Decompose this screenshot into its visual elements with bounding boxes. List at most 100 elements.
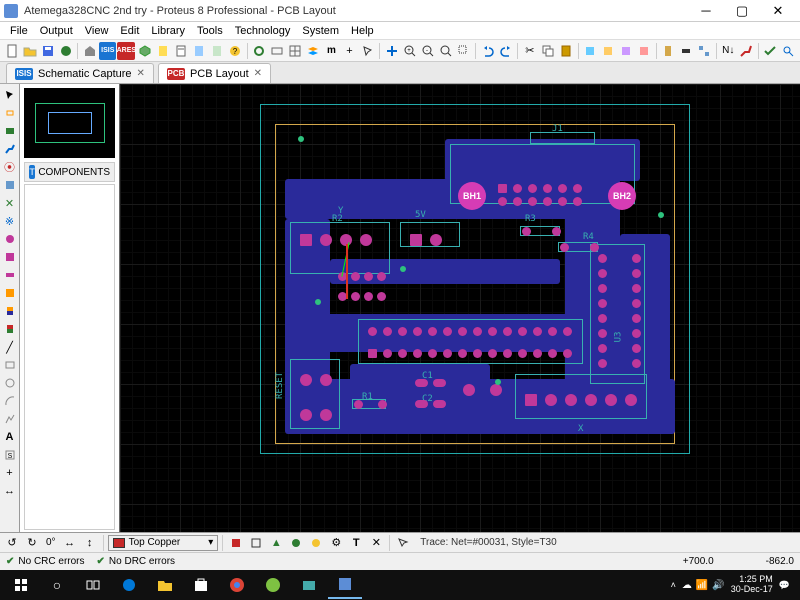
- block-move-icon[interactable]: [600, 42, 617, 60]
- flip-v-icon[interactable]: ↕: [81, 534, 99, 552]
- smd-pad-icon[interactable]: [2, 267, 18, 283]
- via-tool-icon[interactable]: [307, 534, 325, 552]
- tab-close-icon[interactable]: ✕: [137, 68, 145, 79]
- origin-icon[interactable]: +: [341, 42, 358, 60]
- edge-icon[interactable]: [112, 571, 146, 599]
- app-task-icon[interactable]: [292, 571, 326, 599]
- neckdown-icon[interactable]: ✕: [367, 534, 385, 552]
- track-mode-icon[interactable]: [2, 141, 18, 157]
- components-list[interactable]: [24, 184, 115, 530]
- overview-panel[interactable]: [24, 88, 115, 158]
- onedrive-icon[interactable]: ☁: [682, 580, 692, 591]
- menu-technology[interactable]: Technology: [229, 25, 297, 37]
- 3d-icon[interactable]: [136, 42, 153, 60]
- start-button[interactable]: [4, 571, 38, 599]
- tray-chevron-icon[interactable]: ˄: [671, 580, 676, 590]
- new-file-icon[interactable]: [3, 42, 20, 60]
- notes-icon[interactable]: [191, 42, 208, 60]
- tab-schematic[interactable]: ISIS Schematic Capture ✕: [6, 63, 154, 83]
- autoroute-icon[interactable]: [738, 42, 755, 60]
- package-mode-icon[interactable]: [2, 123, 18, 139]
- search-component-icon[interactable]: [780, 42, 797, 60]
- grid-icon[interactable]: [287, 42, 304, 60]
- paste-icon[interactable]: [557, 42, 574, 60]
- connectivity-icon[interactable]: ※: [2, 213, 18, 229]
- pcb-canvas[interactable]: BH1 BH2 J1 R3 R4 R2 R1 C1 C2 U3 Y X RESE…: [120, 84, 800, 532]
- zoom-area-icon[interactable]: [455, 42, 472, 60]
- layers-icon[interactable]: [305, 42, 322, 60]
- report-icon[interactable]: [209, 42, 226, 60]
- edge-pad-icon[interactable]: [2, 285, 18, 301]
- tab-close-icon[interactable]: ✕: [254, 68, 262, 79]
- text-2d-icon[interactable]: A: [2, 429, 18, 445]
- block-copy-icon[interactable]: [581, 42, 598, 60]
- menu-system[interactable]: System: [296, 25, 345, 37]
- menu-view[interactable]: View: [79, 25, 115, 37]
- round-pad-icon[interactable]: [2, 231, 18, 247]
- flip-icon[interactable]: [269, 42, 286, 60]
- info-icon[interactable]: ?: [227, 42, 244, 60]
- toggle-layer-icon[interactable]: [227, 534, 245, 552]
- decompose-icon[interactable]: [696, 42, 713, 60]
- config-tool-icon[interactable]: ⚙: [327, 534, 345, 552]
- menu-edit[interactable]: Edit: [114, 25, 145, 37]
- isis-badge-icon[interactable]: ISIS: [99, 42, 116, 60]
- cortana-icon[interactable]: ○: [40, 571, 74, 599]
- chrome-icon[interactable]: [220, 571, 254, 599]
- wifi-icon[interactable]: 📶: [696, 580, 708, 591]
- system-tray[interactable]: ˄ ☁ 📶 🔊 1:25 PM 30-Dec-17 💬: [671, 575, 796, 595]
- marker-icon[interactable]: +: [2, 465, 18, 481]
- tab-pcb[interactable]: PCB PCB Layout ✕: [158, 63, 271, 83]
- zoom-out-icon[interactable]: -: [419, 42, 436, 60]
- metric-icon[interactable]: m: [323, 42, 340, 60]
- menu-help[interactable]: Help: [345, 25, 380, 37]
- store-icon[interactable]: [184, 571, 218, 599]
- ratsnest-icon[interactable]: ✕: [2, 195, 18, 211]
- block-rotate-icon[interactable]: [618, 42, 635, 60]
- minimize-button[interactable]: ─: [688, 1, 724, 21]
- close-button[interactable]: ✕: [760, 1, 796, 21]
- zoom-all-icon[interactable]: [437, 42, 454, 60]
- ares-badge-icon[interactable]: ARES: [117, 42, 135, 60]
- arc-2d-icon[interactable]: [2, 393, 18, 409]
- square-pad-icon[interactable]: [2, 249, 18, 265]
- redo-icon[interactable]: [497, 42, 514, 60]
- pick-icon[interactable]: [660, 42, 677, 60]
- volume-icon[interactable]: 🔊: [712, 580, 724, 591]
- proteus-task-icon[interactable]: [328, 571, 362, 599]
- rotate-ccw-icon[interactable]: ↺: [3, 534, 21, 552]
- pan-icon[interactable]: [383, 42, 400, 60]
- maximize-button[interactable]: ▢: [724, 1, 760, 21]
- cut-icon[interactable]: ✂: [521, 42, 538, 60]
- selection-filter-icon[interactable]: [394, 534, 412, 552]
- gerber-icon[interactable]: [154, 42, 171, 60]
- zoom-in-icon[interactable]: +: [401, 42, 418, 60]
- trace-tool-icon[interactable]: [287, 534, 305, 552]
- menu-file[interactable]: File: [4, 25, 34, 37]
- filter-icon[interactable]: ▲: [267, 534, 285, 552]
- bom-icon[interactable]: [172, 42, 189, 60]
- filter-t-icon[interactable]: T: [347, 534, 365, 552]
- home-icon[interactable]: [81, 42, 98, 60]
- toggle-grid-icon[interactable]: [247, 534, 265, 552]
- flip-h-icon[interactable]: ↔: [61, 534, 79, 552]
- symbol-2d-icon[interactable]: S: [2, 447, 18, 463]
- selection-mode-icon[interactable]: [2, 87, 18, 103]
- menu-tools[interactable]: Tools: [191, 25, 229, 37]
- box-2d-icon[interactable]: [2, 357, 18, 373]
- menu-library[interactable]: Library: [145, 25, 191, 37]
- import-icon[interactable]: [57, 42, 74, 60]
- circle-2d-icon[interactable]: [2, 375, 18, 391]
- package-icon[interactable]: [678, 42, 695, 60]
- path-2d-icon[interactable]: [2, 411, 18, 427]
- cursor-pos-icon[interactable]: [359, 42, 376, 60]
- redraw-icon[interactable]: [251, 42, 268, 60]
- components-header[interactable]: T COMPONENTS: [24, 162, 115, 182]
- undo-icon[interactable]: [479, 42, 496, 60]
- notifications-icon[interactable]: 💬: [779, 580, 790, 591]
- via-mode-icon[interactable]: ⦿: [2, 159, 18, 175]
- rotate-cw-icon[interactable]: ↻: [23, 534, 41, 552]
- dimension-icon[interactable]: ↔: [2, 483, 18, 499]
- copy-icon[interactable]: [539, 42, 556, 60]
- padstack2-icon[interactable]: [2, 321, 18, 337]
